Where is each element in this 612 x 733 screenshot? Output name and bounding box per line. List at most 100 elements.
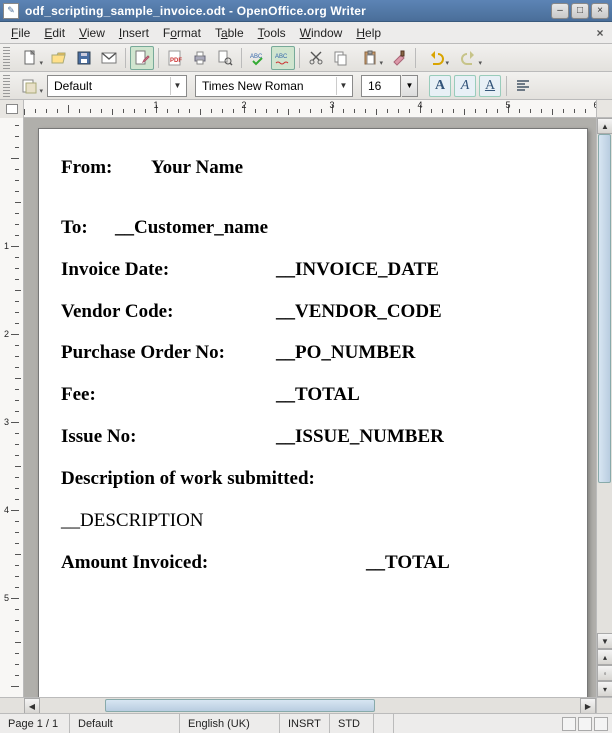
app-doc-icon: ✎ xyxy=(3,3,19,19)
align-left-button[interactable] xyxy=(511,74,535,98)
fee-label: Fee: xyxy=(61,384,276,406)
envelope-icon xyxy=(101,50,117,66)
menu-view[interactable]: View xyxy=(72,24,112,42)
vruler-label: 4 xyxy=(4,505,9,515)
toolbar-separator xyxy=(158,48,159,68)
po-value: __PO_NUMBER xyxy=(276,342,415,364)
menu-insert[interactable]: Insert xyxy=(112,24,156,42)
navigation-button[interactable]: ◦ xyxy=(597,665,612,681)
status-language[interactable]: English (UK) xyxy=(180,714,280,733)
italic-button[interactable]: A xyxy=(454,75,476,97)
menu-format[interactable]: Format xyxy=(156,24,208,42)
window-close-button[interactable]: × xyxy=(591,3,609,19)
new-document-button[interactable] xyxy=(14,46,46,70)
font-name-combo[interactable]: Times New Roman ▼ xyxy=(195,75,353,97)
save-button[interactable] xyxy=(72,46,96,70)
toolbar-standard: PDF ABC ABC xyxy=(0,44,612,72)
hruler-label: 5 xyxy=(505,100,510,110)
doc-line-issue: Issue No: __ISSUE_NUMBER xyxy=(61,426,565,448)
font-size-value: 16 xyxy=(368,79,398,93)
bold-button[interactable]: A xyxy=(429,75,451,97)
status-selection-mode[interactable]: STD xyxy=(330,714,374,733)
hruler-label: 4 xyxy=(417,100,422,110)
print-preview-button[interactable] xyxy=(213,46,237,70)
menu-file[interactable]: File xyxy=(4,24,37,42)
paragraph-style-combo[interactable]: Default ▼ xyxy=(47,75,187,97)
toolbar-separator xyxy=(415,48,416,68)
window-maximize-button[interactable]: □ xyxy=(571,3,589,19)
menu-help[interactable]: Help xyxy=(349,24,388,42)
font-name-value: Times New Roman xyxy=(202,79,336,93)
toolbar-separator xyxy=(299,48,300,68)
format-paintbrush-button[interactable] xyxy=(387,46,411,70)
window-minimize-button[interactable]: – xyxy=(551,3,569,19)
auto-spellcheck-button[interactable]: ABC xyxy=(271,46,295,70)
scroll-left-button[interactable]: ◀ xyxy=(24,698,40,713)
toolbar-separator xyxy=(241,48,242,68)
amount-label: Amount Invoiced: xyxy=(61,552,366,574)
toolbar-grip[interactable] xyxy=(3,47,10,69)
menu-tools[interactable]: Tools xyxy=(251,24,293,42)
horizontal-scrollbar[interactable]: ◀ ▶ xyxy=(24,698,596,713)
menu-edit[interactable]: Edit xyxy=(37,24,72,42)
window-titlebar: ✎ odf_scripting_sample_invoice.odt - Ope… xyxy=(0,0,612,22)
email-button[interactable] xyxy=(97,46,121,70)
spellcheck-button[interactable]: ABC xyxy=(246,46,270,70)
cut-button[interactable] xyxy=(304,46,328,70)
doc-line-amount: Amount Invoiced: __TOTAL xyxy=(61,552,565,574)
document-viewport[interactable]: From: Your Name To: __Customer_name Invo… xyxy=(24,118,596,697)
next-page-button[interactable]: ▾ xyxy=(597,681,612,697)
document-page[interactable]: From: Your Name To: __Customer_name Invo… xyxy=(38,128,588,697)
doc-line-to: To: __Customer_name xyxy=(61,217,565,239)
edit-file-button[interactable] xyxy=(130,46,154,70)
font-size-combo[interactable]: 16 xyxy=(361,75,401,97)
scroll-track[interactable] xyxy=(40,698,580,713)
paste-button[interactable] xyxy=(354,46,386,70)
export-pdf-button[interactable]: PDF xyxy=(163,46,187,70)
status-insert-mode[interactable]: INSRT xyxy=(280,714,330,733)
scroll-down-button[interactable]: ▼ xyxy=(597,633,612,649)
status-signature[interactable] xyxy=(374,714,394,733)
prev-page-button[interactable]: ▴ xyxy=(597,649,612,665)
view-multi-page-icon[interactable] xyxy=(578,717,592,731)
styles-icon xyxy=(22,78,38,94)
menu-window[interactable]: Window xyxy=(293,24,350,42)
vertical-ruler[interactable]: 12345 xyxy=(0,118,24,697)
invoice-date-value: __INVOICE_DATE xyxy=(276,259,439,281)
view-single-page-icon[interactable] xyxy=(562,717,576,731)
vruler-label: 2 xyxy=(4,329,9,339)
doc-line-po: Purchase Order No: __PO_NUMBER xyxy=(61,342,565,364)
copy-button[interactable] xyxy=(329,46,353,70)
redo-button[interactable] xyxy=(453,46,485,70)
undo-button[interactable] xyxy=(420,46,452,70)
ruler-corner xyxy=(0,100,24,118)
scroll-thumb[interactable] xyxy=(105,699,375,712)
chevron-down-icon: ▼ xyxy=(170,77,184,95)
svg-text:ABC: ABC xyxy=(275,54,288,60)
status-view-icons xyxy=(558,714,612,733)
scroll-up-button[interactable]: ▲ xyxy=(597,118,612,134)
font-size-dropdown-button[interactable]: ▼ xyxy=(402,75,418,97)
statusbar: Page 1 / 1 Default English (UK) INSRT ST… xyxy=(0,713,612,733)
menu-table[interactable]: Table xyxy=(208,24,251,42)
floppy-icon xyxy=(76,50,92,66)
document-content[interactable]: From: Your Name To: __Customer_name Invo… xyxy=(61,157,565,573)
scroll-thumb[interactable] xyxy=(598,134,611,483)
print-button[interactable] xyxy=(188,46,212,70)
description-value: __DESCRIPTION xyxy=(61,510,565,532)
horizontal-ruler[interactable]: 123456 xyxy=(24,100,596,117)
page-pencil-icon xyxy=(134,50,150,66)
view-book-icon[interactable] xyxy=(594,717,608,731)
scroll-track[interactable] xyxy=(597,134,612,633)
scroll-right-button[interactable]: ▶ xyxy=(580,698,596,713)
close-document-button[interactable]: × xyxy=(592,25,608,41)
status-page[interactable]: Page 1 / 1 xyxy=(0,714,70,733)
underline-button[interactable]: A xyxy=(479,75,501,97)
status-style[interactable]: Default xyxy=(70,714,180,733)
folder-open-icon xyxy=(51,50,67,66)
to-label: To: xyxy=(61,217,115,239)
vertical-scrollbar[interactable]: ▲ ▼ ▴ ◦ ▾ xyxy=(596,118,612,697)
styles-window-button[interactable] xyxy=(14,74,46,98)
toolbar-grip[interactable] xyxy=(3,75,10,97)
open-button[interactable] xyxy=(47,46,71,70)
